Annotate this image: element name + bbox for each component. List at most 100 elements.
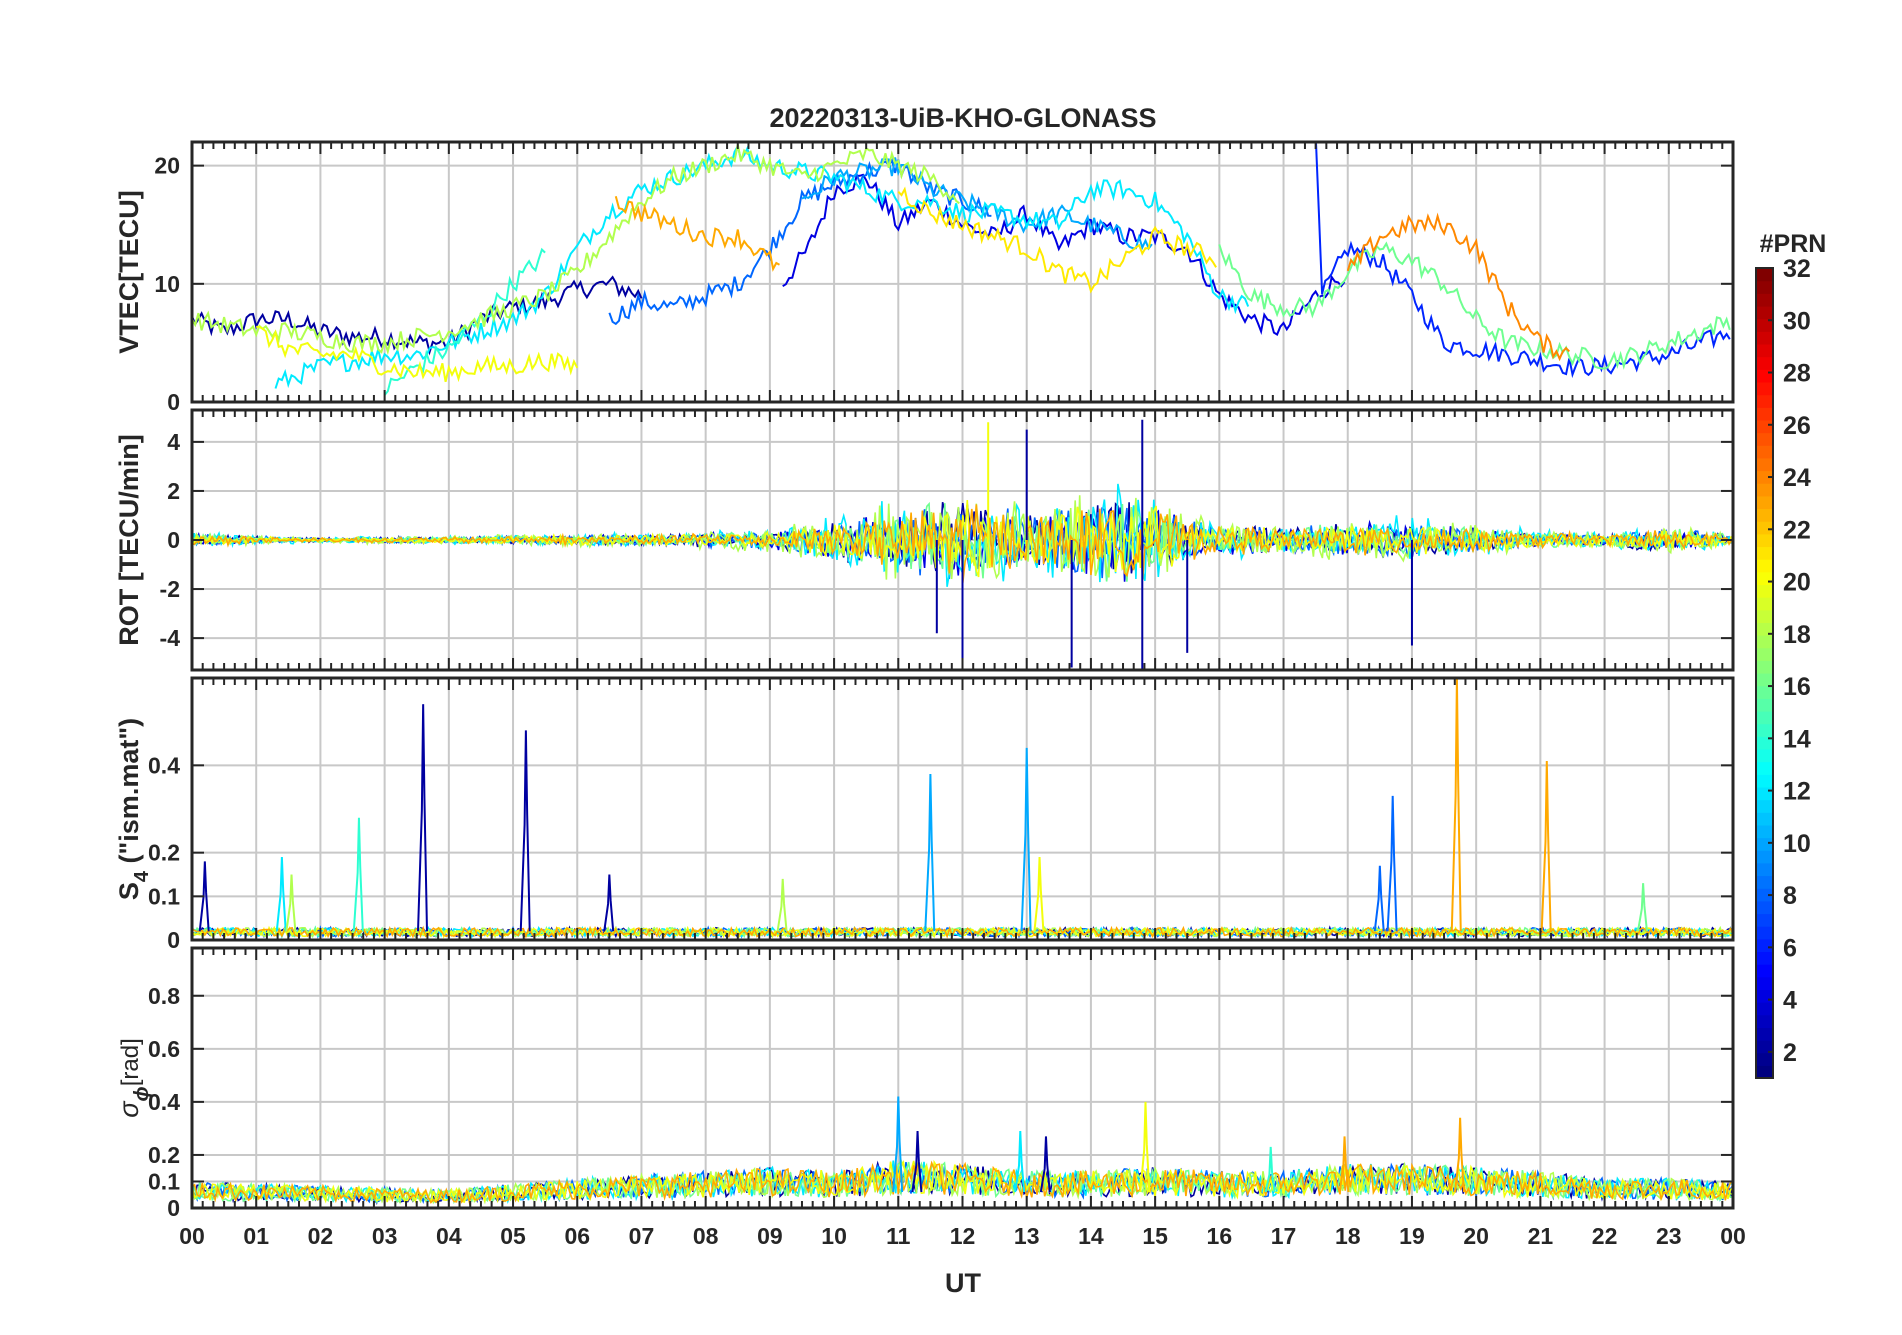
x-tick-label: 05 <box>500 1223 526 1249</box>
panel-2: -4 -2 0 2 4 ROT [TECU/min] <box>114 408 1735 672</box>
colorbar-swatch <box>1756 964 1773 978</box>
x-tick-label: 11 <box>886 1223 911 1249</box>
y-tick-label: 0.8 <box>148 983 180 1009</box>
colorbar-swatch <box>1756 900 1773 915</box>
colorbar-tick-label: 30 <box>1783 307 1811 335</box>
colorbar-swatch <box>1756 521 1773 535</box>
colorbar-swatch <box>1756 445 1773 459</box>
chart-svg: 20220313-UiB-KHO-GLONASS UT 01020VTEC[TE… <box>114 103 1827 1298</box>
colorbar-swatch <box>1756 584 1773 598</box>
colorbar-swatch <box>1756 938 1773 953</box>
colorbar: 2468101214161820222426283032#PRN <box>1755 230 1827 1079</box>
y-axis-title-sub: ϕ <box>131 1086 153 1101</box>
colorbar-swatch <box>1756 293 1773 307</box>
y-axis-title: VTEC[TECU] <box>114 190 144 354</box>
colorbar-swatch <box>1756 305 1773 320</box>
y-tick-label: -2 <box>160 576 180 602</box>
colorbar-swatch <box>1756 875 1773 889</box>
colorbar-swatch <box>1756 597 1773 611</box>
colorbar-swatch <box>1756 1002 1773 1016</box>
colorbar-swatch <box>1756 812 1773 826</box>
colorbar-tick-label: 24 <box>1783 464 1811 492</box>
x-tick-label: 07 <box>629 1223 655 1249</box>
colorbar-tick-label: 28 <box>1783 360 1811 388</box>
x-axis-title: UT <box>945 1268 981 1298</box>
colorbar-swatch <box>1756 343 1773 358</box>
colorbar-swatch <box>1756 533 1773 548</box>
colorbar-tick-label: 2 <box>1783 1039 1797 1067</box>
x-tick-label: 18 <box>1335 1223 1361 1249</box>
y-axis-title-rest: ("ism.mat") <box>114 718 144 871</box>
x-tick-label: 04 <box>436 1223 462 1249</box>
x-tick-label: 02 <box>308 1223 334 1249</box>
x-tick-label: 17 <box>1271 1223 1297 1249</box>
colorbar-tick-label: 20 <box>1783 569 1811 597</box>
x-tick-label: 12 <box>950 1223 976 1249</box>
colorbar-swatch <box>1756 748 1773 763</box>
colorbar-swatch <box>1756 280 1773 294</box>
chart-title: 20220313-UiB-KHO-GLONASS <box>769 103 1156 133</box>
x-tick-label: 20 <box>1463 1223 1489 1249</box>
colorbar-swatch <box>1756 407 1773 421</box>
colorbar-swatch <box>1756 394 1773 408</box>
y-tick-label: 0.2 <box>148 840 180 866</box>
x-tick-label: 03 <box>372 1223 398 1249</box>
colorbar-swatch <box>1756 495 1773 510</box>
panel-1: 0 10 20 VTEC[TECU] <box>114 140 1735 415</box>
colorbar-swatch <box>1756 926 1773 940</box>
colorbar-swatch <box>1756 1027 1773 1041</box>
panel-3: 0 0.1 0.2 0.4S4 ("ism.mat") <box>114 676 1735 953</box>
x-tick-label: 00 <box>179 1223 205 1249</box>
y-tick-label: 0 <box>167 927 180 953</box>
x-tick-label: 16 <box>1207 1223 1233 1249</box>
colorbar-tick-label: 18 <box>1783 621 1811 649</box>
colorbar-tick-label: 12 <box>1783 778 1811 806</box>
colorbar-swatch <box>1756 635 1773 649</box>
y-axis-title: S4 ("ism.mat") <box>114 718 153 900</box>
y-axis-title-main: S <box>114 882 144 900</box>
colorbar-swatch <box>1756 913 1773 927</box>
colorbar-swatch <box>1756 951 1773 965</box>
colorbar-swatch <box>1756 976 1773 991</box>
colorbar-swatch <box>1756 331 1773 345</box>
colorbar-swatch <box>1756 723 1773 737</box>
x-tick-label: 15 <box>1142 1223 1168 1249</box>
colorbar-swatch <box>1756 483 1773 497</box>
y-tick-label: 0.1 <box>148 1168 180 1194</box>
colorbar-swatch <box>1756 1052 1773 1066</box>
colorbar-swatch <box>1756 786 1773 801</box>
colorbar-swatch <box>1756 559 1773 573</box>
colorbar-swatch <box>1756 546 1773 560</box>
y-tick-label: 2 <box>167 478 180 504</box>
colorbar-tick-label: 16 <box>1783 673 1811 701</box>
x-tick-label: 10 <box>821 1223 847 1249</box>
colorbar-swatch <box>1756 419 1773 434</box>
colorbar-title: #PRN <box>1760 230 1827 258</box>
colorbar-swatch <box>1756 698 1773 712</box>
colorbar-tick-label: 8 <box>1783 882 1797 910</box>
colorbar-swatch <box>1756 774 1773 788</box>
colorbar-swatch <box>1756 647 1773 661</box>
colorbar-swatch <box>1756 369 1773 383</box>
panel-4: 00.10.20.40.60.8σϕ[rad] <box>114 946 1735 1221</box>
x-tick-label: 23 <box>1656 1223 1682 1249</box>
colorbar-swatch <box>1756 850 1773 864</box>
y-axis-title-main: σ <box>114 1100 144 1118</box>
colorbar-swatch <box>1756 761 1773 775</box>
y-tick-label: 0 <box>167 527 180 553</box>
colorbar-swatch <box>1756 1065 1773 1079</box>
x-tick-label: 19 <box>1399 1223 1425 1249</box>
colorbar-swatch <box>1756 685 1773 699</box>
y-tick-label: 20 <box>154 153 180 179</box>
colorbar-swatch <box>1756 609 1773 623</box>
y-axis-title-rest: [rad] <box>117 1038 144 1086</box>
y-tick-label: 0.1 <box>148 883 180 909</box>
y-tick-label: -4 <box>160 625 181 651</box>
x-tick-label: 09 <box>757 1223 783 1249</box>
colorbar-swatch <box>1756 989 1773 1003</box>
colorbar-swatch <box>1756 710 1773 725</box>
y-axis-title: ROT [TECU/min] <box>114 434 144 645</box>
colorbar-swatch <box>1756 571 1773 586</box>
x-tick-label: 13 <box>1014 1223 1040 1249</box>
colorbar-swatch <box>1756 862 1773 877</box>
